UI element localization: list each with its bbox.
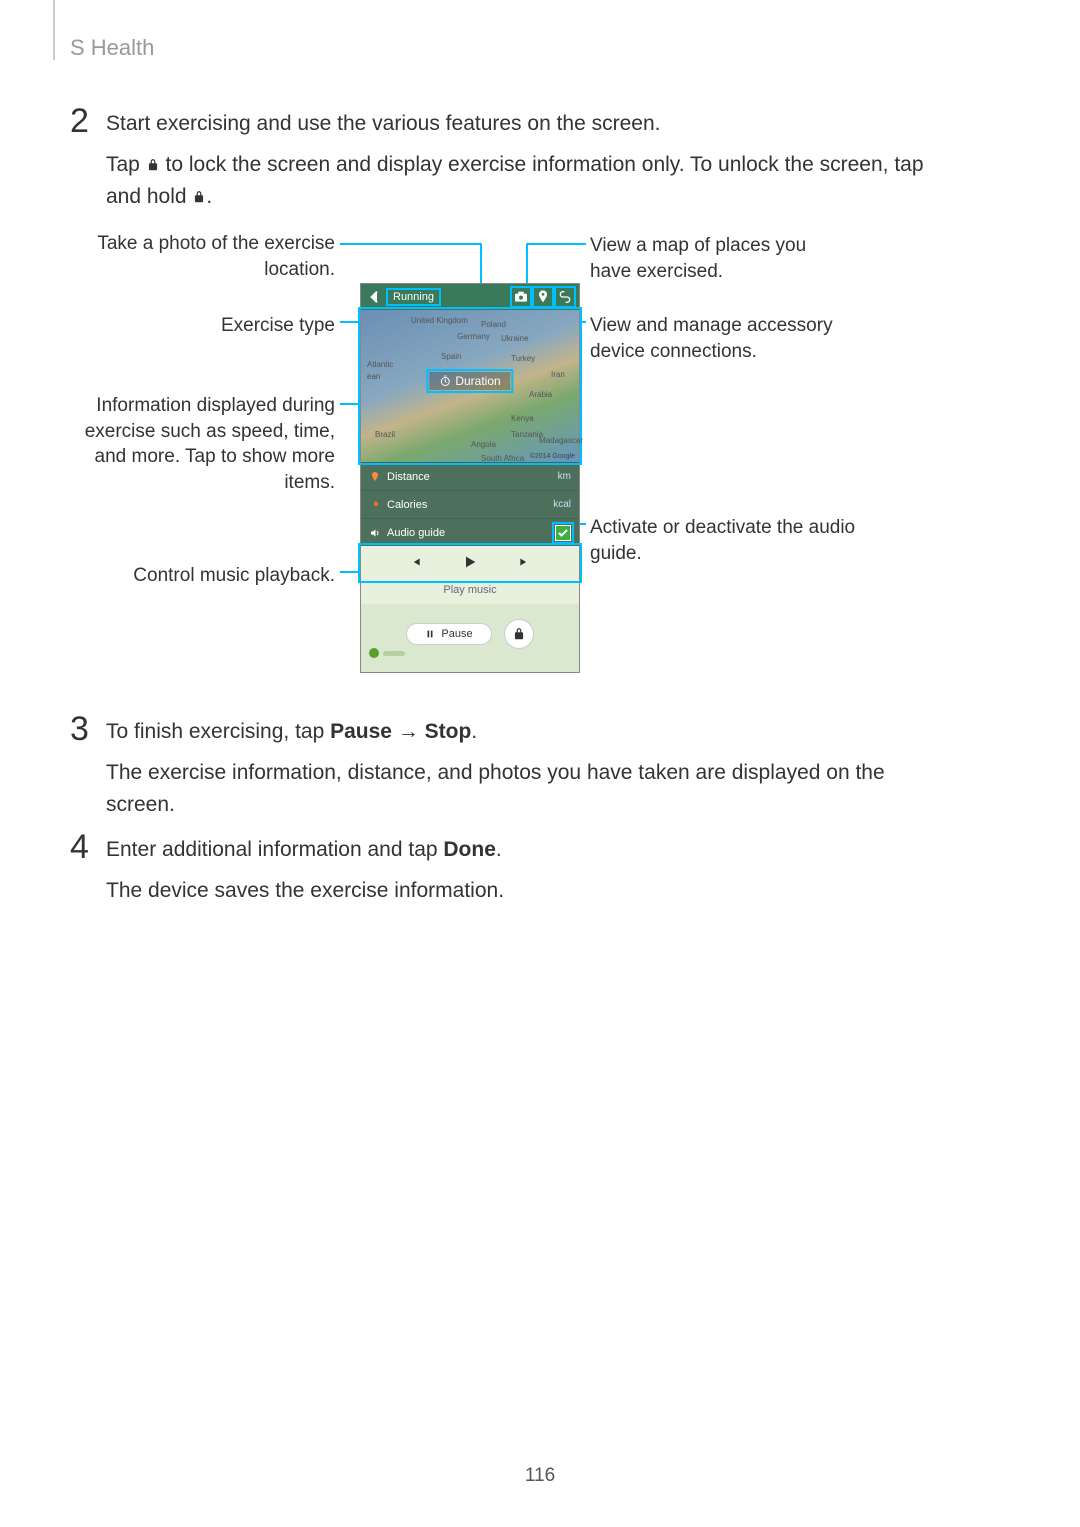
step-2: 2 Start exercising and use the various f… <box>70 108 950 222</box>
section-title: S Health <box>70 35 154 61</box>
pin-icon <box>369 471 381 483</box>
callout-photo: Take a photo of the exercise location. <box>80 231 335 282</box>
play-music-label: Play music <box>361 580 579 604</box>
step-number: 4 <box>70 828 89 867</box>
step-number: 2 <box>70 102 89 141</box>
stopwatch-icon <box>439 375 451 387</box>
audio-guide-row[interactable]: Audio guide <box>361 518 579 546</box>
step-number: 3 <box>70 710 89 749</box>
pause-button[interactable]: Pause <box>406 623 491 645</box>
callout-info: Information displayed during exercise su… <box>70 393 335 496</box>
calories-row[interactable]: Calories kcal <box>361 490 579 518</box>
callout-music: Control music playback. <box>80 563 335 589</box>
step-3-line1: To finish exercising, tap Pause → Stop. <box>106 716 950 749</box>
pause-icon <box>425 629 435 639</box>
step-3: 3 To finish exercising, tap Pause → Stop… <box>70 716 950 830</box>
next-track-icon[interactable] <box>518 555 532 572</box>
lock-icon <box>512 627 526 641</box>
callout-type: Exercise type <box>80 313 335 339</box>
lock-icon <box>146 151 160 167</box>
map-copyright: ©2014 Google <box>530 453 575 460</box>
speaker-icon <box>369 527 381 539</box>
map-pin-icon[interactable] <box>535 289 551 305</box>
flame-icon <box>369 499 381 511</box>
callout-map: View a map of places you have exercised. <box>590 233 850 284</box>
step-4-line1: Enter additional information and tap Don… <box>106 834 950 867</box>
indicator-bar <box>383 651 405 656</box>
back-icon[interactable] <box>367 289 383 305</box>
step-4: 4 Enter additional information and tap D… <box>70 834 950 915</box>
camera-icon[interactable] <box>513 289 529 305</box>
map-area[interactable]: United Kingdom Poland Germany Ukraine Sp… <box>361 310 579 462</box>
step-3-line2: The exercise information, distance, and … <box>106 757 950 822</box>
lock-button[interactable] <box>504 619 534 649</box>
step-2-line1: Start exercising and use the various fea… <box>106 108 950 141</box>
duration-pill[interactable]: Duration <box>429 372 510 390</box>
audio-guide-checkbox[interactable] <box>555 525 571 541</box>
exercise-screen-diagram: Take a photo of the exercise location. E… <box>80 225 960 685</box>
exercise-topbar: Running <box>361 284 579 310</box>
exercise-type-label[interactable]: Running <box>389 291 438 303</box>
callout-audio: Activate or deactivate the audio guide. <box>590 515 860 566</box>
lock-icon <box>192 183 206 199</box>
callout-accessory: View and manage accessory device connect… <box>590 313 850 364</box>
page-number: 116 <box>0 1465 1080 1487</box>
phone-mockup: Running United Kingdom Poland Germany Uk… <box>360 283 580 673</box>
step-2-line2: Tap to lock the screen and display exerc… <box>106 149 950 214</box>
prev-track-icon[interactable] <box>408 555 422 572</box>
play-icon[interactable] <box>462 554 478 573</box>
music-controls <box>361 546 579 580</box>
indicator-dot <box>369 648 379 658</box>
side-rule <box>53 0 55 60</box>
link-icon[interactable] <box>557 289 573 305</box>
step-4-line2: The device saves the exercise informatio… <box>106 875 950 908</box>
distance-row[interactable]: Distance km <box>361 462 579 490</box>
